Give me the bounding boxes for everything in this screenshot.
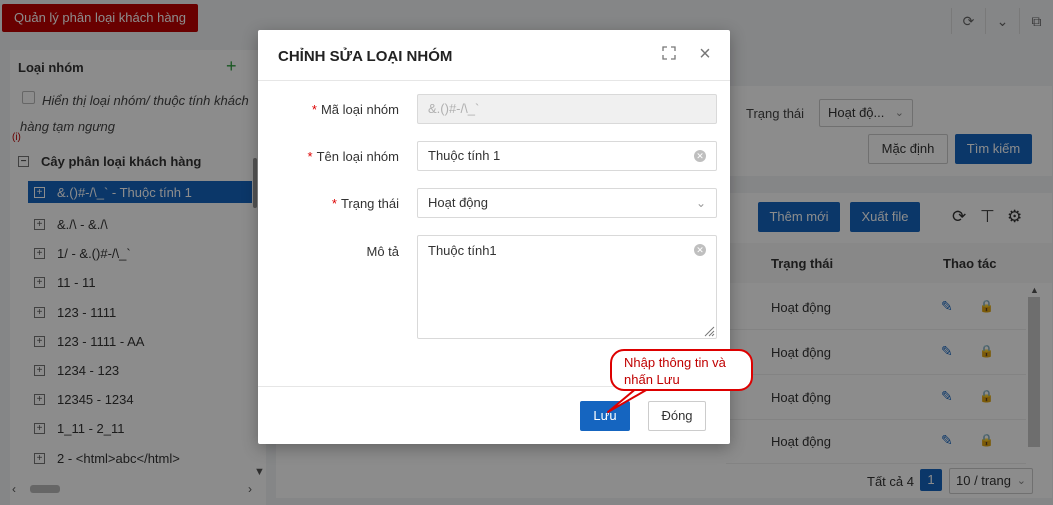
name-field[interactable]: Thuộc tính 1 ✕ (417, 141, 717, 171)
description-value: Thuộc tính1 (428, 243, 497, 258)
status-label: * Trạng thái (331, 196, 399, 211)
instruction-callout: Nhập thông tin và nhấn Lưu (610, 349, 753, 391)
description-field[interactable]: Thuộc tính1 ✕ (417, 235, 717, 339)
name-label: * Tên loại nhóm (307, 149, 399, 164)
divider (258, 80, 730, 81)
clear-icon[interactable]: ✕ (694, 244, 706, 256)
status-value: Hoạt động (428, 195, 488, 210)
expand-icon[interactable] (660, 46, 678, 64)
close-icon[interactable]: × (694, 44, 716, 66)
description-label: Mô tả (366, 244, 399, 259)
status-select[interactable]: Hoạt động ⌄ (417, 188, 717, 218)
dialog-title: CHỈNH SỬA LOẠI NHÓM (278, 48, 453, 65)
code-field: &.()#-/\_` (417, 94, 717, 124)
clear-icon[interactable]: ✕ (694, 150, 706, 162)
code-label: * Mã loại nhóm (311, 102, 399, 117)
chevron-down-icon: ⌄ (695, 196, 706, 210)
name-value: Thuộc tính 1 (428, 148, 501, 163)
resize-handle-icon[interactable] (703, 325, 715, 337)
